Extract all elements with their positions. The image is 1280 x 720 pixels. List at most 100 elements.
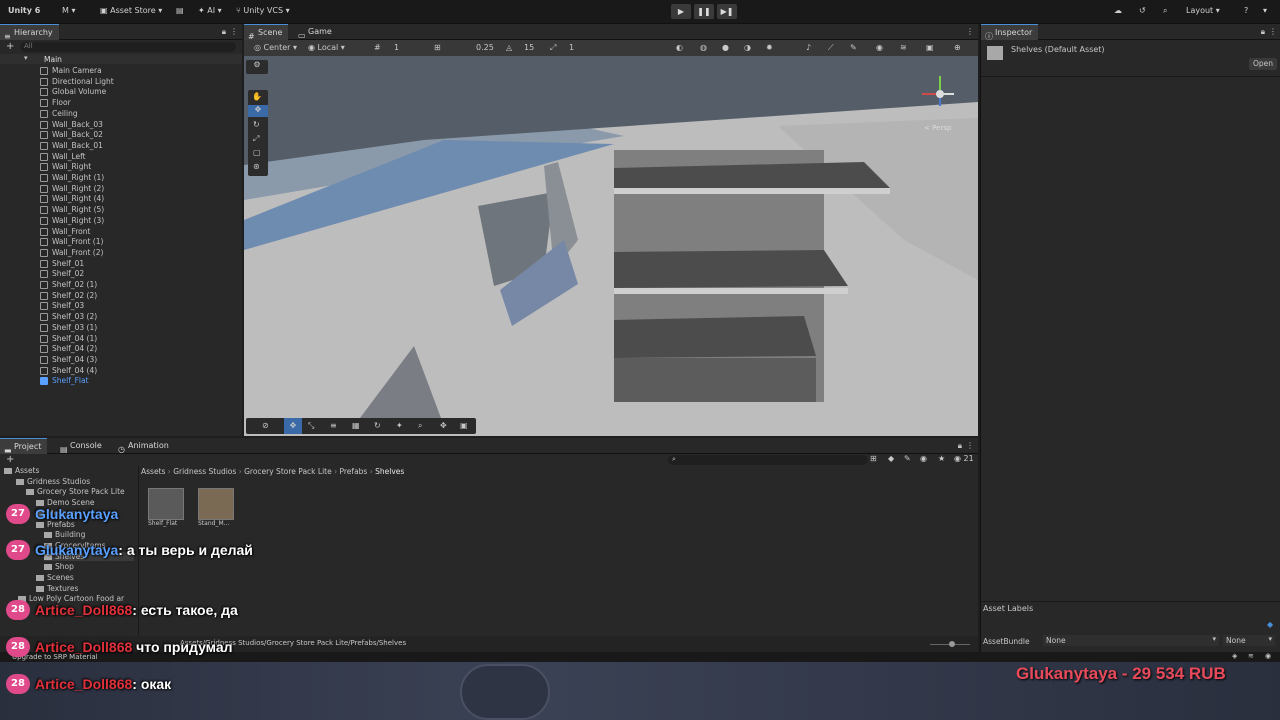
- cloud-icon[interactable]: ☁: [1114, 6, 1122, 15]
- snap-value[interactable]: 0.25: [476, 43, 494, 52]
- breadcrumb-item[interactable]: Gridness Studios: [173, 467, 236, 476]
- more-icon[interactable]: ▾: [1263, 6, 1267, 15]
- angle-icon[interactable]: ◬: [506, 43, 512, 52]
- hierarchy-item[interactable]: Shelf_Flat: [40, 376, 89, 386]
- unity-logo-menu[interactable]: Unity 6: [8, 6, 40, 15]
- hierarchy-item[interactable]: Wall_Front: [40, 227, 90, 236]
- grid-value[interactable]: 1: [394, 43, 399, 52]
- filter-log-icon[interactable]: ✎: [904, 454, 911, 463]
- tool-b-icon[interactable]: ✥: [284, 418, 302, 434]
- hierarchy-item[interactable]: Shelf_03: [40, 301, 84, 311]
- tools-icon[interactable]: ✎: [850, 43, 857, 52]
- breadcrumb-item[interactable]: Grocery Store Pack Lite: [244, 467, 332, 476]
- shading-icon[interactable]: ●: [722, 43, 729, 52]
- tool-i-icon[interactable]: ✥: [440, 421, 447, 430]
- history-icon[interactable]: ↺: [1139, 6, 1146, 15]
- lighting-icon[interactable]: ◑: [744, 43, 751, 52]
- draw-mode-icon[interactable]: ◍: [700, 43, 707, 52]
- asset-bundle-dropdown[interactable]: None ▾: [1043, 635, 1219, 646]
- hierarchy-item[interactable]: Wall_Right (2): [40, 184, 104, 193]
- hierarchy-item[interactable]: Wall_Right (1): [40, 173, 104, 182]
- orientation-gizmo[interactable]: [916, 70, 956, 114]
- hierarchy-item[interactable]: Wall_Right: [40, 162, 91, 172]
- hierarchy-item[interactable]: Shelf_04 (3): [40, 355, 97, 364]
- overlay-menu-icon[interactable]: ⚙: [246, 60, 268, 74]
- tool-g-icon[interactable]: ✦: [396, 421, 403, 430]
- camera-icon[interactable]: ▣: [926, 43, 934, 52]
- folder-item[interactable]: Scenes: [36, 573, 74, 582]
- persp-label[interactable]: < Persp: [924, 124, 951, 132]
- rect-tool-icon[interactable]: ▢: [253, 148, 261, 157]
- audio-icon[interactable]: ♪: [806, 43, 811, 52]
- tool-d-icon[interactable]: ≡: [330, 421, 337, 430]
- search-icon[interactable]: ⌕: [1163, 6, 1167, 16]
- play-button[interactable]: ▶: [671, 4, 691, 19]
- hierarchy-item[interactable]: Ceiling: [40, 109, 78, 118]
- folder-item[interactable]: Building: [44, 530, 85, 539]
- hand-tool-icon[interactable]: ✋: [252, 92, 262, 101]
- project-search[interactable]: ⌕: [668, 455, 868, 465]
- project-menu-icon[interactable]: ⋮: [966, 441, 974, 450]
- scale-icon[interactable]: ⤢: [550, 43, 556, 53]
- tool-a-icon[interactable]: ⊘: [262, 421, 269, 430]
- breadcrumb-item[interactable]: Assets: [141, 467, 165, 476]
- hierarchy-item[interactable]: Shelf_02 (2): [40, 291, 97, 300]
- tab-scene[interactable]: # Scene: [244, 24, 289, 41]
- hierarchy-item[interactable]: Wall_Back_03: [40, 120, 103, 129]
- folder-item[interactable]: Shop: [44, 562, 74, 571]
- folder-item[interactable]: Gridness Studios: [16, 477, 90, 486]
- hierarchy-item[interactable]: Shelf_01: [40, 259, 84, 268]
- hierarchy-item[interactable]: Floor: [40, 98, 71, 108]
- status-icon-b[interactable]: ≋: [1248, 652, 1254, 660]
- tool-h-icon[interactable]: ⌕: [418, 421, 422, 431]
- add-icon[interactable]: +: [6, 41, 14, 52]
- step-button[interactable]: ▶❚: [717, 4, 737, 19]
- scale-value[interactable]: 1: [569, 43, 574, 52]
- tab-hierarchy[interactable]: ≡ Hierarchy: [0, 24, 59, 41]
- scene-menu-icon[interactable]: ⋮: [966, 27, 974, 36]
- hierarchy-item[interactable]: Shelf_03 (1): [40, 323, 97, 332]
- status-icon-c[interactable]: ◉: [1265, 652, 1271, 660]
- hierarchy-item[interactable]: Wall_Left: [40, 152, 86, 161]
- hierarchy-item[interactable]: Wall_Back_02: [40, 130, 103, 140]
- hierarchy-item[interactable]: Wall_Right (3): [40, 216, 104, 225]
- transform-tool-icon[interactable]: ⊛: [253, 162, 260, 171]
- project-add-icon[interactable]: +: [6, 454, 14, 465]
- inspector-menu-icon[interactable]: ⋮: [1269, 27, 1277, 36]
- tool-f-icon[interactable]: ↻: [374, 421, 381, 430]
- scene-expand-icon[interactable]: ▾: [24, 54, 28, 62]
- render-mode-icon[interactable]: ◐: [676, 43, 683, 52]
- gizmos-icon[interactable]: ⊕: [954, 43, 961, 52]
- angle-value[interactable]: 15: [524, 43, 534, 52]
- hierarchy-search[interactable]: All: [20, 42, 236, 52]
- space-dropdown[interactable]: ◉ Local ▾: [308, 43, 345, 52]
- move-tool-icon[interactable]: ✥: [248, 105, 268, 117]
- panel-menu-icon[interactable]: ⋮: [230, 27, 238, 36]
- label-tag-icon[interactable]: ◆: [1267, 620, 1273, 629]
- pivot-dropdown[interactable]: ◎ Center ▾: [254, 43, 297, 52]
- breadcrumb-item[interactable]: Prefabs: [340, 467, 368, 476]
- fx-icon[interactable]: ✹: [766, 43, 773, 52]
- rotate-tool-icon[interactable]: ↻: [253, 120, 260, 129]
- hierarchy-item[interactable]: Wall_Front (1): [40, 237, 103, 247]
- tab-game[interactable]: ▭ Game: [294, 24, 338, 40]
- asset-store-dropdown[interactable]: ▣ Asset Store ▾: [100, 6, 162, 15]
- snap-icon[interactable]: ⊞: [434, 43, 441, 52]
- filter-label-icon[interactable]: ◆: [888, 454, 894, 463]
- tool-e-icon[interactable]: ▦: [352, 421, 360, 430]
- favorites-icon[interactable]: ★: [938, 454, 945, 463]
- status-icon-a[interactable]: ◈: [1232, 652, 1237, 660]
- hierarchy-item[interactable]: Shelf_04 (4): [40, 366, 97, 375]
- layers-icon[interactable]: ≋: [900, 43, 907, 52]
- filter-type-icon[interactable]: ⊞: [870, 454, 877, 463]
- hierarchy-item[interactable]: Global Volume: [40, 87, 106, 97]
- tool-j-icon[interactable]: ▣: [460, 421, 468, 430]
- account-dropdown[interactable]: M ▾: [62, 6, 75, 15]
- visibility-icon[interactable]: ◉: [876, 43, 883, 52]
- hierarchy-item[interactable]: Shelf_02 (1): [40, 280, 97, 289]
- tab-animation[interactable]: ◷ Animation: [114, 438, 175, 454]
- ai-dropdown[interactable]: ✦ AI ▾: [198, 6, 222, 15]
- scale-tool-icon[interactable]: ⤢: [253, 134, 259, 144]
- layout-dropdown[interactable]: Layout ▾: [1186, 6, 1220, 15]
- help-icon[interactable]: ?: [1244, 6, 1248, 15]
